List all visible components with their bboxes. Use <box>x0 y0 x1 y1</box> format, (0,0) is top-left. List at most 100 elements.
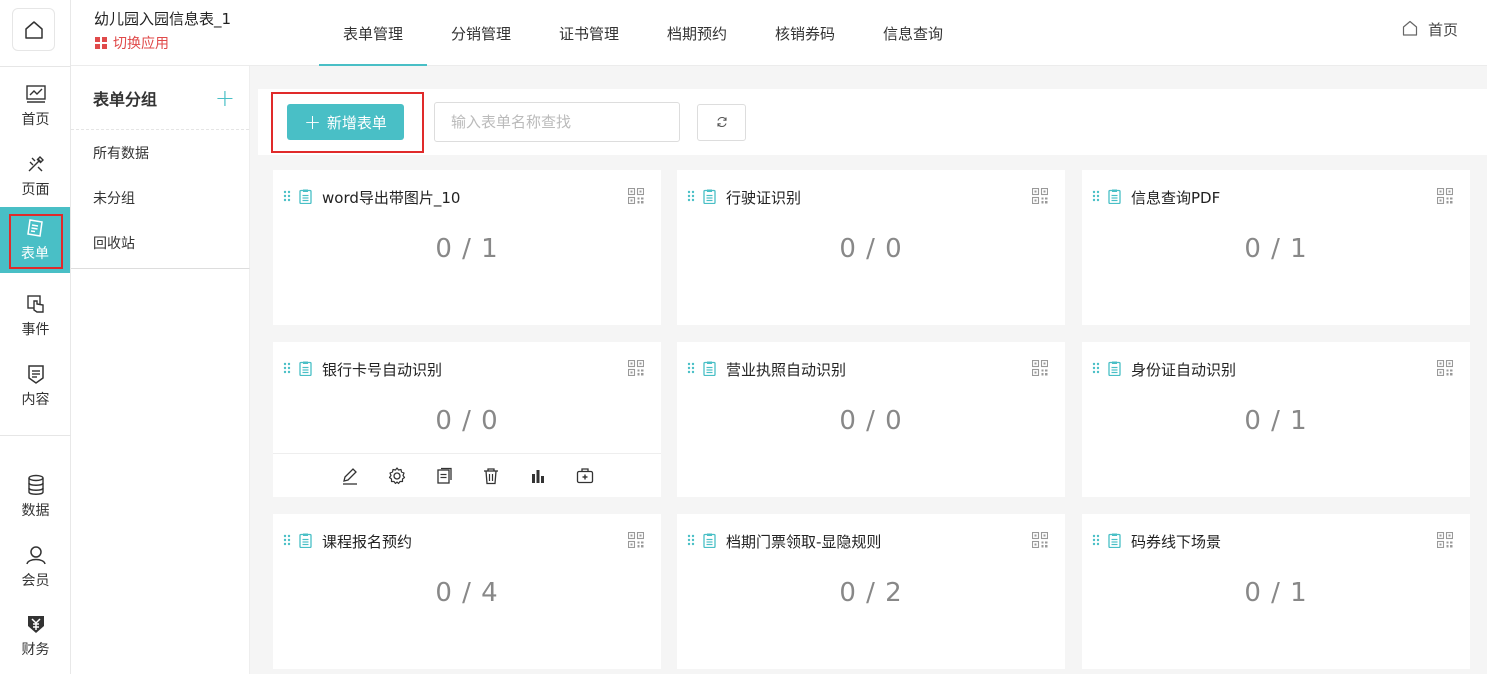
form-doc-icon <box>703 189 716 204</box>
form-search-input[interactable] <box>434 102 680 142</box>
qr-code-icon[interactable] <box>628 360 644 376</box>
add-form-button[interactable]: + 新增表单 <box>287 104 404 140</box>
rail-item-members[interactable]: 会员 <box>0 534 71 600</box>
plus-icon: + <box>304 110 321 134</box>
drag-handle-icon[interactable] <box>283 190 291 202</box>
rail-item-data[interactable]: 数据 <box>0 464 71 530</box>
rail-item-finance[interactable]: 财务 <box>0 603 71 669</box>
rail-divider <box>0 435 71 436</box>
rail-item-label: 内容 <box>21 392 50 408</box>
form-doc-icon <box>299 189 312 204</box>
tab-coupons[interactable]: 核销券码 <box>751 0 859 66</box>
chart-icon <box>25 83 47 105</box>
group-item-recycle-bin[interactable]: 回收站 <box>71 220 249 265</box>
qr-code-icon[interactable] <box>1032 360 1048 376</box>
form-card-actions <box>273 453 661 497</box>
form-card[interactable]: 营业执照自动识别 0 / 0 <box>677 342 1065 497</box>
add-group-icon[interactable]: + <box>215 86 235 110</box>
group-panel-title: 表单分组 <box>93 89 158 109</box>
form-card[interactable]: 信息查询PDF 0 / 1 <box>1082 170 1470 325</box>
rail-item-home[interactable]: 首页 <box>0 73 71 139</box>
group-item-all[interactable]: 所有数据 <box>71 130 249 175</box>
form-doc-icon <box>299 361 312 376</box>
drag-handle-icon[interactable] <box>1092 362 1100 374</box>
form-card-title: 档期门票领取-显隐规则 <box>726 533 882 551</box>
group-item-ungrouped[interactable]: 未分组 <box>71 175 249 220</box>
highlight-box: + 新增表单 <box>271 92 424 153</box>
bar-chart-icon[interactable] <box>527 465 549 487</box>
form-card-title: 码券线下场景 <box>1131 533 1222 551</box>
tab-form-management[interactable]: 表单管理 <box>319 0 427 66</box>
form-card-count: 0 / 1 <box>1244 406 1308 436</box>
drag-handle-icon[interactable] <box>283 362 291 374</box>
rail-item-pages[interactable]: 页面 <box>0 143 71 209</box>
rail-item-label: 会员 <box>21 573 50 589</box>
rail-item-label: 首页 <box>21 112 50 128</box>
form-card-count: 0 / 1 <box>1244 234 1308 264</box>
shield-doc-icon <box>25 363 47 385</box>
form-toolbar: + 新增表单 <box>258 89 1487 155</box>
rail-item-events[interactable]: 事件 <box>0 283 71 349</box>
tab-certificates[interactable]: 证书管理 <box>535 0 643 66</box>
rail-item-label: 财务 <box>21 642 50 658</box>
apps-grid-icon <box>95 37 107 49</box>
qr-code-icon[interactable] <box>628 532 644 548</box>
qr-code-icon[interactable] <box>1437 360 1453 376</box>
drag-handle-icon[interactable] <box>687 190 695 202</box>
drag-handle-icon[interactable] <box>1092 534 1100 546</box>
rail-item-label: 页面 <box>21 182 50 198</box>
refresh-button[interactable] <box>697 104 746 141</box>
form-card-title: 营业执照自动识别 <box>726 361 847 379</box>
qr-code-icon[interactable] <box>1032 188 1048 204</box>
drag-handle-icon[interactable] <box>1092 190 1100 202</box>
rail-divider <box>0 66 71 67</box>
edit-icon[interactable] <box>339 465 361 487</box>
user-icon <box>25 544 47 566</box>
qr-code-icon[interactable] <box>1437 532 1453 548</box>
tab-schedule[interactable]: 档期预约 <box>643 0 751 66</box>
form-card[interactable]: 档期门票领取-显隐规则 0 / 2 <box>677 514 1065 669</box>
home-link[interactable]: 首页 <box>1402 19 1458 40</box>
form-card-title: 课程报名预约 <box>322 533 413 551</box>
form-card[interactable]: 课程报名预约 0 / 4 <box>273 514 661 669</box>
add-form-label: 新增表单 <box>326 113 387 132</box>
form-card-title: 银行卡号自动识别 <box>322 361 443 379</box>
form-doc-icon <box>703 533 716 548</box>
form-card-hovered[interactable]: 银行卡号自动识别 0 / 0 <box>273 342 661 497</box>
drag-handle-icon[interactable] <box>283 534 291 546</box>
switch-app-label: 切换应用 <box>113 36 169 52</box>
form-card[interactable]: 身份证自动识别 0 / 1 <box>1082 342 1470 497</box>
qr-code-icon[interactable] <box>628 188 644 204</box>
qr-code-icon[interactable] <box>1437 188 1453 204</box>
home-icon[interactable] <box>12 8 55 51</box>
rail-item-label: 数据 <box>21 503 50 519</box>
app-title: 幼儿园入园信息表_1 <box>94 10 232 28</box>
form-card[interactable]: word导出带图片_10 0 / 1 <box>273 170 661 325</box>
group-panel-header: 表单分组 + <box>71 66 249 130</box>
form-card-count: 0 / 0 <box>839 234 903 264</box>
switch-app-link[interactable]: 切换应用 <box>95 33 169 53</box>
form-doc-icon <box>299 533 312 548</box>
rail-item-content[interactable]: 内容 <box>0 353 71 419</box>
main-nav-tabs: 表单管理 分销管理 证书管理 档期预约 核销券码 信息查询 <box>319 0 967 66</box>
form-card[interactable]: 码券线下场景 0 / 1 <box>1082 514 1470 669</box>
home-link-label: 首页 <box>1427 21 1458 39</box>
medical-kit-icon[interactable] <box>574 465 596 487</box>
rail-item-forms[interactable]: 表单 <box>0 207 70 273</box>
form-doc-icon <box>703 361 716 376</box>
copy-icon[interactable] <box>433 465 455 487</box>
qr-code-icon[interactable] <box>1032 532 1048 548</box>
form-card-count: 0 / 0 <box>435 406 499 436</box>
drag-handle-icon[interactable] <box>687 362 695 374</box>
form-group-panel: 表单分组 + 所有数据 未分组 回收站 <box>71 66 250 269</box>
delete-icon[interactable] <box>480 465 502 487</box>
form-doc-icon <box>1108 361 1121 376</box>
tab-info-query[interactable]: 信息查询 <box>859 0 967 66</box>
form-card[interactable]: 行驶证识别 0 / 0 <box>677 170 1065 325</box>
drag-handle-icon[interactable] <box>687 534 695 546</box>
settings-gear-icon[interactable] <box>386 465 408 487</box>
top-bar: 幼儿园入园信息表_1 切换应用 表单管理 分销管理 证书管理 档期预约 核销券码… <box>71 0 1487 66</box>
brush-icon <box>25 153 47 175</box>
tab-distribution[interactable]: 分销管理 <box>427 0 535 66</box>
home-outline-icon <box>1402 20 1418 40</box>
